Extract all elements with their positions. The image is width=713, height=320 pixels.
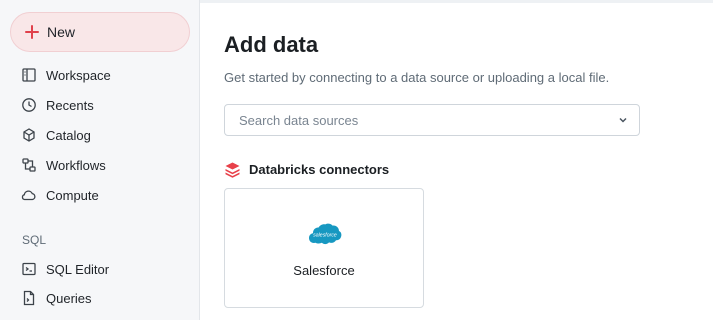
clock-icon (20, 97, 37, 114)
sidebar-item-label: Compute (46, 187, 99, 203)
sidebar-item-label: Workflows (46, 157, 106, 173)
sidebar-item-label: Recents (46, 97, 94, 113)
sidebar: New Workspace Recents Catalog Workflows … (0, 0, 200, 320)
sidebar-item-compute[interactable]: Compute (20, 184, 190, 206)
data-source-search[interactable] (224, 104, 640, 136)
sidebar-item-sql-editor[interactable]: SQL Editor (20, 258, 190, 280)
workspace-icon (20, 67, 37, 84)
sql-editor-icon (20, 261, 37, 278)
page-title: Add data (224, 32, 319, 57)
sidebar-item-label: SQL Editor (46, 261, 110, 277)
sidebar-item-label: Catalog (46, 127, 91, 143)
sidebar-item-workflows[interactable]: Workflows (20, 154, 190, 176)
connector-card-salesforce[interactable]: salesforce Salesforce (224, 188, 424, 308)
sidebar-item-catalog[interactable]: Catalog (20, 124, 190, 146)
sidebar-section-sql: SQL (22, 233, 47, 247)
connector-card-label: Salesforce (293, 263, 355, 278)
svg-text:salesforce: salesforce (313, 232, 337, 238)
catalog-icon (20, 127, 37, 144)
search-input[interactable] (237, 111, 601, 129)
connectors-section-header: Databricks connectors (224, 161, 389, 178)
plus-icon (25, 25, 39, 39)
page-subtitle: Get started by connecting to a data sour… (224, 70, 610, 85)
cloud-icon (20, 187, 37, 204)
main-content: Add data Get started by connecting to a … (201, 0, 713, 320)
databricks-logo-icon (225, 162, 240, 178)
sidebar-item-label: Workspace (46, 67, 111, 83)
sidebar-item-workspace[interactable]: Workspace (20, 64, 190, 86)
new-button-label: New (47, 24, 76, 40)
queries-icon (20, 290, 37, 307)
new-button[interactable]: New (10, 12, 190, 52)
chevron-down-icon[interactable] (617, 114, 629, 126)
sidebar-item-queries[interactable]: Queries (20, 287, 190, 309)
workflows-icon (20, 157, 37, 174)
connectors-section-title: Databricks connectors (249, 162, 390, 177)
salesforce-logo: salesforce (309, 223, 342, 245)
sidebar-item-label: Queries (46, 290, 92, 306)
sidebar-item-recents[interactable]: Recents (20, 94, 190, 116)
